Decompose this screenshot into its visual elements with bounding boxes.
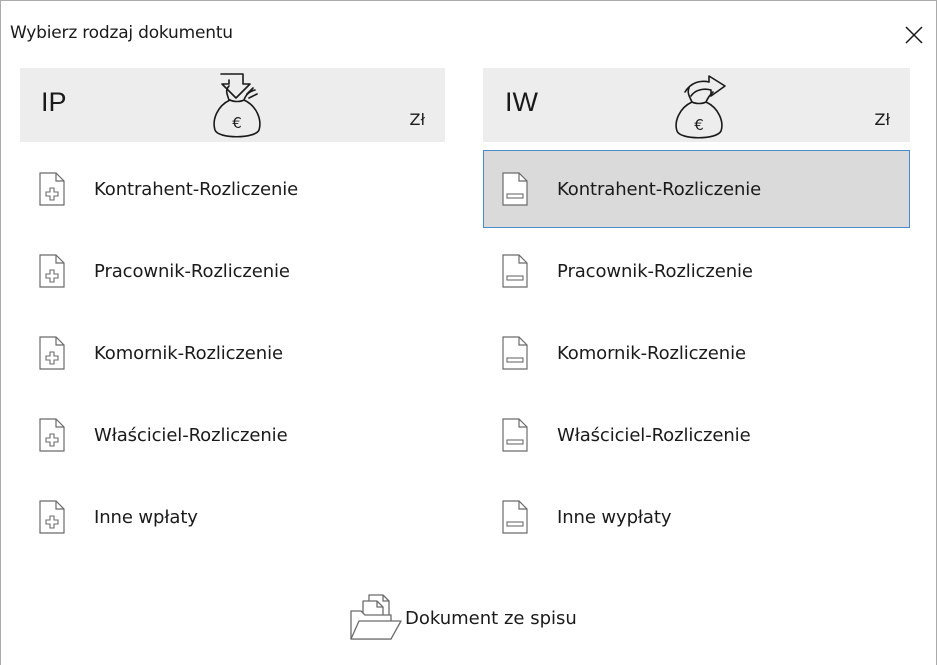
income-item-komornik[interactable]: Komornik-Rozliczenie — [20, 315, 445, 391]
expense-item-inne[interactable]: Inne wypłaty — [483, 479, 910, 555]
document-plus-icon — [39, 500, 65, 534]
money-bag-in-icon: € — [213, 73, 261, 138]
item-label: Kontrahent-Rozliczenie — [557, 178, 762, 200]
income-currency: Zł — [409, 110, 425, 129]
expense-item-pracownik[interactable]: Pracownik-Rozliczenie — [483, 233, 910, 309]
document-from-list-button[interactable]: Dokument ze spisu — [347, 591, 577, 645]
item-label: Inne wypłaty — [557, 506, 672, 528]
expense-code: IW — [505, 87, 538, 117]
item-label: Pracownik-Rozliczenie — [94, 260, 290, 282]
dialog-title: Wybierz rodzaj dokumentu — [10, 23, 233, 43]
item-label: Właściciel-Rozliczenie — [94, 424, 288, 446]
item-label: Komornik-Rozliczenie — [557, 342, 746, 364]
document-plus-icon — [39, 336, 65, 370]
expense-item-kontrahent[interactable]: Kontrahent-Rozliczenie — [483, 150, 910, 228]
expense-currency: Zł — [874, 110, 890, 129]
document-minus-icon — [502, 336, 528, 370]
document-type-dialog: Wybierz rodzaj dokumentu IP € Zł IW € Zł… — [0, 0, 937, 665]
item-label: Pracownik-Rozliczenie — [557, 260, 753, 282]
item-label: Kontrahent-Rozliczenie — [94, 178, 299, 200]
close-icon — [905, 26, 923, 44]
money-bag-out-icon: € — [675, 75, 726, 139]
income-column-header: IP € Zł — [20, 68, 445, 142]
document-plus-icon — [39, 254, 65, 288]
document-minus-icon — [502, 500, 528, 534]
document-plus-icon — [39, 172, 65, 206]
svg-text:€: € — [232, 114, 242, 132]
item-label: Właściciel-Rozliczenie — [557, 424, 751, 446]
document-plus-icon — [39, 418, 65, 452]
document-from-list-label: Dokument ze spisu — [405, 607, 577, 629]
document-minus-icon — [502, 172, 528, 206]
income-item-pracownik[interactable]: Pracownik-Rozliczenie — [20, 233, 445, 309]
document-minus-icon — [502, 254, 528, 288]
income-item-inne[interactable]: Inne wpłaty — [20, 479, 445, 555]
expense-column-header: IW € Zł — [483, 68, 910, 142]
expense-item-komornik[interactable]: Komornik-Rozliczenie — [483, 315, 910, 391]
document-minus-icon — [502, 418, 528, 452]
income-item-kontrahent[interactable]: Kontrahent-Rozliczenie — [20, 151, 445, 227]
income-code: IP — [41, 87, 67, 117]
close-button[interactable] — [899, 20, 929, 50]
item-label: Inne wpłaty — [94, 506, 198, 528]
item-label: Komornik-Rozliczenie — [94, 342, 283, 364]
expense-item-wlasciciel[interactable]: Właściciel-Rozliczenie — [483, 397, 910, 473]
income-item-wlasciciel[interactable]: Właściciel-Rozliczenie — [20, 397, 445, 473]
open-folder-icon — [350, 594, 402, 640]
svg-text:€: € — [694, 116, 704, 134]
